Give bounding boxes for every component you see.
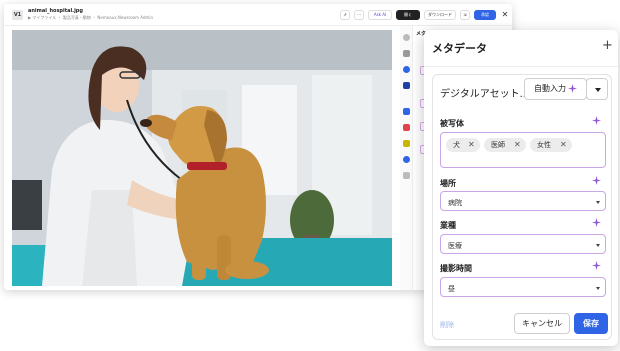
remove-tag-icon[interactable]: ✕	[468, 138, 475, 152]
file-path-breadcrumb: ▶ マイファイル ・ 製品写真・動物 ・ Nemeaux Newsroom Ad…	[28, 15, 154, 20]
panel-title: メタデータ	[432, 42, 487, 55]
stage: V1 animal_hospital.jpg ▶ マイファイル ・ 製品写真・動…	[0, 0, 620, 351]
icon-rail	[400, 26, 413, 290]
open-label: 開く	[404, 12, 412, 17]
asset-menu-button[interactable]	[586, 78, 608, 100]
sparkle-icon	[568, 84, 577, 93]
industry-select[interactable]: 医療	[440, 234, 606, 254]
tag-label: 医師	[491, 141, 505, 149]
industry-sparkle-icon[interactable]	[592, 218, 601, 227]
tag-label: 犬	[453, 141, 460, 149]
industry-value: 医療	[448, 242, 462, 250]
subject-sparkle-icon[interactable]	[592, 116, 601, 125]
settings-icon[interactable]	[403, 34, 410, 41]
location-sparkle-icon[interactable]	[592, 176, 601, 185]
delete-link[interactable]: 削除	[440, 320, 454, 330]
link-icon-button[interactable]: ⇲	[460, 10, 470, 20]
shooting-time-select[interactable]: 昼	[440, 277, 606, 297]
location-select[interactable]: 病院	[440, 191, 606, 211]
approve-button[interactable]: 承認	[474, 10, 496, 20]
metadata-icon[interactable]	[403, 82, 410, 89]
comment-icon[interactable]	[403, 172, 410, 179]
chevron-down-icon	[596, 287, 600, 290]
download-label: ダウンロード	[428, 12, 452, 17]
approve-label: 承認	[481, 12, 489, 17]
industry-label: 業種	[440, 221, 456, 230]
location-value: 病院	[448, 199, 462, 207]
tag-chip: 医師 ✕	[484, 138, 526, 152]
more-icon-button[interactable]: ⋯	[354, 10, 364, 20]
subject-label: 被写体	[440, 119, 464, 128]
tag-chip: 犬 ✕	[446, 138, 480, 152]
dog-veterinarian-photo[interactable]	[12, 30, 392, 286]
chevron-down-icon	[596, 201, 600, 204]
cancel-label: キャンセル	[522, 319, 562, 328]
save-label: 保存	[583, 319, 599, 328]
photo-illustration	[12, 30, 392, 286]
remove-tag-icon[interactable]: ✕	[560, 138, 567, 152]
window-header: V1 animal_hospital.jpg ▶ マイファイル ・ 製品写真・動…	[4, 4, 512, 26]
auto-fill-label: 自動入力	[534, 84, 566, 93]
tag-chip: 女性 ✕	[530, 138, 572, 152]
tag-label: 女性	[537, 141, 551, 149]
save-button[interactable]: 保存	[574, 313, 608, 334]
shooting-time-label: 撮影時間	[440, 264, 472, 273]
subject-tag-input[interactable]: 犬 ✕ 医師 ✕ 女性 ✕	[440, 132, 606, 168]
shooting-time-value: 昼	[448, 285, 455, 293]
close-icon[interactable]: ✕	[500, 10, 510, 20]
info-icon[interactable]	[403, 66, 410, 73]
cancel-button[interactable]: キャンセル	[514, 313, 570, 334]
download-button[interactable]: ダウンロード	[424, 10, 456, 20]
chevron-down-icon	[596, 244, 600, 247]
location-label: 場所	[440, 179, 456, 188]
shooting-time-sparkle-icon[interactable]	[592, 261, 601, 270]
share-icon-button[interactable]: ⇗	[340, 10, 350, 20]
auto-fill-button[interactable]: 自動入力	[524, 78, 587, 100]
document-icon[interactable]	[403, 50, 410, 57]
remove-tag-icon[interactable]: ✕	[514, 138, 521, 152]
video-icon[interactable]	[403, 124, 410, 131]
file-name: animal_hospital.jpg	[28, 8, 83, 14]
metadata-panel: メタデータ + デジタルアセット... 自動入力 被写体 犬 ✕ 医師 ✕ 女性…	[424, 30, 618, 346]
add-icon[interactable]: +	[602, 38, 613, 53]
version-badge[interactable]: V1	[12, 10, 23, 20]
upload-icon[interactable]	[403, 140, 410, 147]
open-button[interactable]: 開く	[396, 10, 420, 20]
ask-ai-button[interactable]: Ask AI	[368, 10, 392, 20]
globe-icon[interactable]	[403, 156, 410, 163]
ask-ai-label: Ask AI	[373, 12, 387, 17]
link-icon[interactable]	[403, 108, 410, 115]
panel-divider	[424, 66, 618, 67]
asset-name: デジタルアセット...	[440, 89, 530, 100]
chevron-down-icon	[595, 88, 601, 92]
